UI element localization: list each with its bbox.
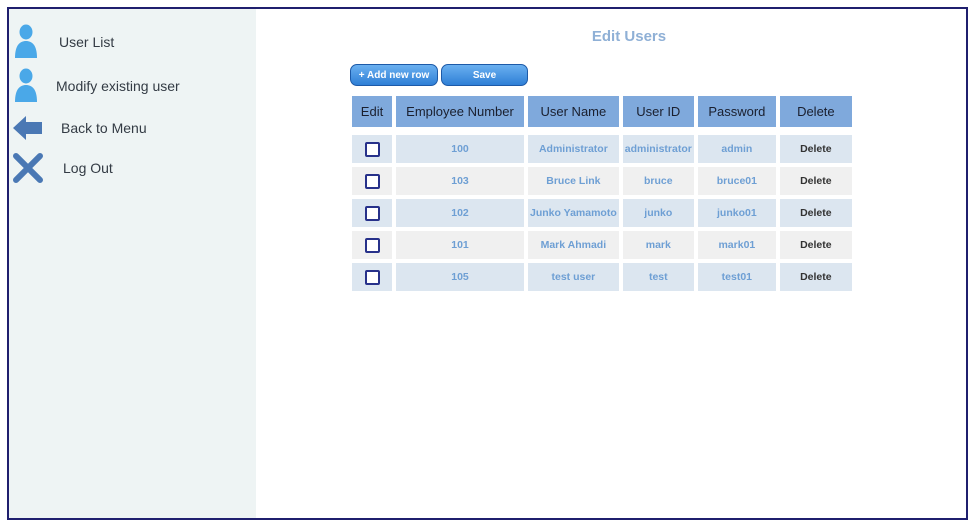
table-row: 105 test user test test01 Delete (352, 263, 852, 291)
row-checkbox[interactable] (364, 205, 380, 221)
sidebar-item-label: Modify existing user (56, 78, 180, 94)
close-icon (13, 152, 43, 189)
users-table: Edit Employee Number User Name User ID P… (348, 92, 856, 295)
row-checkbox[interactable] (364, 269, 380, 285)
sidebar-item-modify-user[interactable]: Modify existing user (9, 67, 256, 107)
save-button[interactable]: Save (441, 64, 528, 86)
employee-number-cell: 101 (396, 231, 524, 259)
edit-cell (352, 135, 392, 163)
page-title: Edit Users (591, 28, 667, 45)
user-name-cell: test user (528, 263, 619, 291)
sidebar-item-log-out[interactable]: Log Out (9, 152, 256, 192)
edit-cell (352, 263, 392, 291)
column-header-delete: Delete (779, 96, 852, 127)
sidebar-item-user-list[interactable]: User List (9, 23, 256, 63)
sidebar-item-label: Log Out (63, 160, 113, 176)
column-header-password: Password (697, 96, 776, 127)
sidebar-item-label: Back to Menu (61, 120, 147, 136)
edit-cell (352, 199, 392, 227)
app-window: User List Modify existing user Back to M… (7, 7, 968, 520)
user-name-cell: Administrator (528, 135, 619, 163)
column-header-employee-number: Employee Number (396, 96, 524, 127)
user-id-cell: test (622, 263, 694, 291)
add-row-button[interactable]: + Add new row (350, 64, 438, 86)
row-checkbox[interactable] (364, 173, 380, 189)
user-icon (13, 67, 39, 108)
user-name-cell: Junko Yamamoto (528, 199, 619, 227)
table-row: 102 Junko Yamamoto junko junko01 Delete (352, 199, 852, 227)
employee-number-cell: 102 (396, 199, 524, 227)
sidebar-item-back-to-menu[interactable]: Back to Menu (9, 113, 256, 153)
sidebar-item-label: User List (59, 34, 115, 50)
user-id-cell: junko (622, 199, 694, 227)
password-cell: mark01 (697, 231, 776, 259)
delete-button[interactable]: Delete (779, 135, 852, 163)
employee-number-cell: 100 (396, 135, 524, 163)
edit-cell (352, 167, 392, 195)
edit-cell (352, 231, 392, 259)
table-row: 101 Mark Ahmadi mark mark01 Delete (352, 231, 852, 259)
password-cell: bruce01 (697, 167, 776, 195)
user-id-cell: bruce (622, 167, 694, 195)
delete-button[interactable]: Delete (779, 231, 852, 259)
user-name-cell: Mark Ahmadi (528, 231, 619, 259)
table-row: 100 Administrator administrator admin De… (352, 135, 852, 163)
row-checkbox[interactable] (364, 141, 380, 157)
row-checkbox[interactable] (364, 237, 380, 253)
user-id-cell: administrator (622, 135, 694, 163)
password-cell: junko01 (697, 199, 776, 227)
arrow-left-icon (13, 115, 43, 146)
table-row: 103 Bruce Link bruce bruce01 Delete (352, 167, 852, 195)
delete-button[interactable]: Delete (779, 263, 852, 291)
column-header-user-name: User Name (528, 96, 619, 127)
employee-number-cell: 103 (396, 167, 524, 195)
delete-button[interactable]: Delete (779, 199, 852, 227)
password-cell: test01 (697, 263, 776, 291)
column-header-user-id: User ID (622, 96, 694, 127)
delete-button[interactable]: Delete (779, 167, 852, 195)
user-icon (13, 23, 39, 64)
table-header-row: Edit Employee Number User Name User ID P… (352, 96, 852, 127)
password-cell: admin (697, 135, 776, 163)
user-name-cell: Bruce Link (528, 167, 619, 195)
user-id-cell: mark (622, 231, 694, 259)
column-header-edit: Edit (352, 96, 392, 127)
employee-number-cell: 105 (396, 263, 524, 291)
sidebar: User List Modify existing user Back to M… (9, 9, 256, 518)
